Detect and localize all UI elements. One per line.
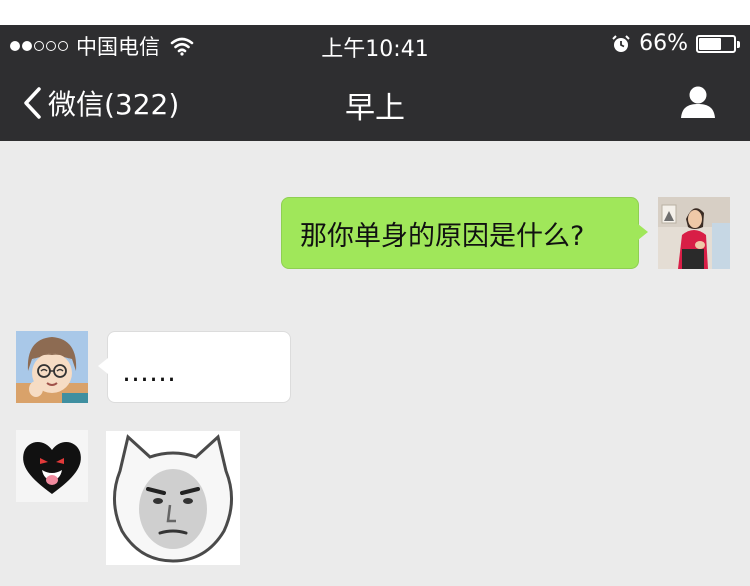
signal-dots-icon <box>10 41 68 51</box>
profile-icon <box>681 86 715 118</box>
black-heart-monster-avatar-icon <box>16 430 88 502</box>
signal-dot <box>10 41 20 51</box>
status-left: 中国电信 <box>10 31 194 61</box>
status-right: 66% <box>611 31 740 56</box>
battery-icon <box>696 34 740 53</box>
back-label: 微信(322) <box>48 88 180 121</box>
status-bar: 中国电信 上午10:41 66% <box>0 25 750 65</box>
my-message-bubble[interactable]: 那你单身的原因是什么? <box>281 197 648 269</box>
chat-area[interactable]: 那你单身的原因是什么? …… <box>0 141 750 586</box>
friend2-avatar[interactable] <box>16 430 88 502</box>
back-button[interactable]: 微信(322) <box>22 83 179 123</box>
profile-button[interactable] <box>680 85 716 123</box>
meme-cat-face-sticker[interactable] <box>106 431 240 565</box>
back-chevron-icon <box>24 87 41 119</box>
battery-nub <box>737 40 740 48</box>
signal-dot <box>46 41 56 51</box>
carrier-name: 中国电信 <box>76 35 160 59</box>
wifi-icon <box>170 37 194 56</box>
top-margin <box>0 0 750 25</box>
friend-avatar[interactable] <box>16 331 88 403</box>
alarm-icon <box>612 34 630 52</box>
friend-message-bubble[interactable]: …… <box>98 331 291 403</box>
nav-bar: 微信(322) 早上 <box>0 65 750 141</box>
signal-dot <box>22 41 32 51</box>
battery-percent: 66% <box>639 31 688 56</box>
battery-fill <box>699 37 721 50</box>
my-message-text: 那你单身的原因是什么? <box>300 220 585 252</box>
avatar-photo-icon <box>658 197 730 269</box>
meme-face-sticker-image <box>106 431 240 565</box>
anime-boy-avatar-icon <box>16 331 88 403</box>
friend-message-text: …… <box>122 356 176 388</box>
my-avatar[interactable] <box>658 197 730 269</box>
signal-dot <box>34 41 44 51</box>
signal-dot <box>58 41 68 51</box>
